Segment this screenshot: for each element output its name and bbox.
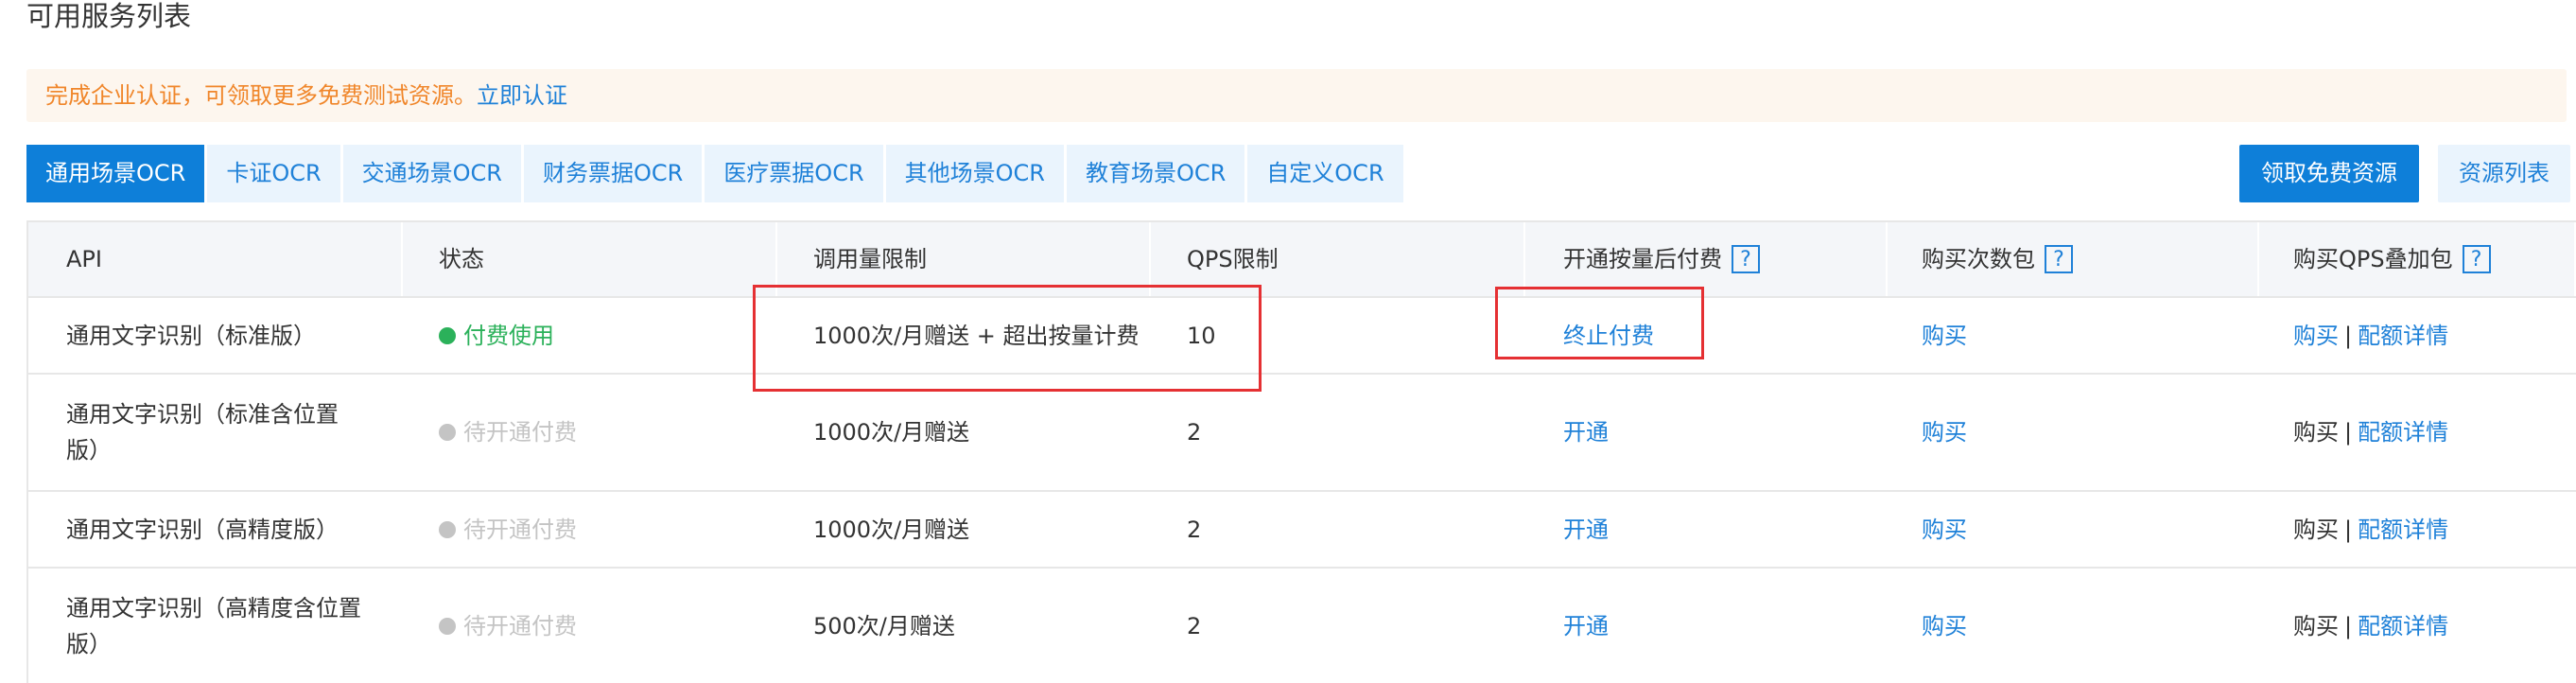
buy-count-link[interactable]: 购买 — [1922, 608, 1967, 644]
header-api: API — [28, 222, 403, 296]
buy-count-link[interactable]: 购买 — [1922, 318, 1967, 354]
buy-qps-cell: 购买 | 配额详情 — [2259, 492, 2576, 567]
status-dot-icon — [439, 520, 456, 538]
payg-cell: 开通 — [1525, 375, 1888, 490]
buy-count-cell: 购买 — [1888, 375, 2259, 490]
status-dot-icon — [439, 617, 456, 635]
tab-finance-ocr[interactable]: 财务票据OCR — [523, 145, 703, 202]
tab-medical-ocr[interactable]: 医疗票据OCR — [705, 145, 883, 202]
qps-limit: 2 — [1187, 612, 1202, 639]
status-badge: 待开通付费 — [403, 492, 777, 567]
buy-qps-cell: 购买 | 配额详情 — [2259, 569, 2576, 683]
quota-details-link[interactable]: 配额详情 — [2358, 512, 2448, 548]
separator: | — [2344, 322, 2353, 349]
header-buy-qps: 购买QPS叠加包? — [2259, 222, 2576, 296]
header-buy-count: 购买次数包? — [1888, 222, 2259, 296]
help-icon[interactable]: ? — [2045, 245, 2073, 273]
buy-qps-cell: 购买 | 配额详情 — [2259, 298, 2576, 373]
status-dot-icon — [439, 326, 456, 344]
call-limit: 1000次/月赠送 + 超出按量计费 — [813, 322, 1140, 349]
page-title: 可用服务列表 — [26, 0, 192, 32]
status-dot-icon — [439, 424, 456, 441]
quota-details-link[interactable]: 配额详情 — [2358, 318, 2448, 354]
table-row: 通用文字识别（标准含位置版） 待开通付费 1000次/月赠送 2 开通 购买 购… — [28, 375, 2576, 492]
tab-traffic-ocr[interactable]: 交通场景OCR — [342, 145, 521, 202]
separator: | — [2344, 612, 2353, 639]
table-header: API 状态 调用量限制 QPS限制 开通按量后付费? 购买次数包? 购买QPS… — [28, 220, 2576, 298]
qps-limit: 2 — [1187, 419, 1202, 446]
category-tabs: 通用场景OCR 卡证OCR 交通场景OCR 财务票据OCR 医疗票据OCR 其他… — [26, 145, 1406, 202]
api-name: 通用文字识别（标准含位置版） — [66, 401, 339, 464]
header-status: 状态 — [403, 222, 777, 296]
table-row: 通用文字识别（高精度含位置版） 待开通付费 500次/月赠送 2 开通 购买 购… — [28, 569, 2576, 683]
payg-cell: 开通 — [1525, 492, 1888, 567]
verify-now-link[interactable]: 立即认证 — [477, 82, 567, 109]
separator: | — [2344, 419, 2353, 446]
buy-qps-text: 购买 — [2293, 612, 2339, 639]
tab-custom-ocr[interactable]: 自定义OCR — [1247, 145, 1403, 202]
buy-count-cell: 购买 — [1888, 569, 2259, 683]
quota-details-link[interactable]: 配额详情 — [2358, 414, 2448, 450]
enable-link[interactable]: 开通 — [1563, 414, 1609, 450]
tab-education-ocr[interactable]: 教育场景OCR — [1066, 145, 1245, 202]
status-badge: 付费使用 — [403, 298, 777, 373]
buy-count-link[interactable]: 购买 — [1922, 512, 1967, 548]
separator: | — [2344, 516, 2353, 543]
status-badge: 待开通付费 — [403, 569, 777, 683]
header-qps-limit: QPS限制 — [1151, 222, 1525, 296]
buy-count-link[interactable]: 购买 — [1922, 414, 1967, 450]
enterprise-notice: 完成企业认证，可领取更多免费测试资源。立即认证 — [26, 69, 2567, 122]
header-payg: 开通按量后付费? — [1525, 222, 1888, 296]
table-row: 通用文字识别（标准版） 付费使用 1000次/月赠送 + 超出按量计费 10 终… — [28, 298, 2576, 375]
enable-link[interactable]: 开通 — [1563, 512, 1609, 548]
payg-cell: 开通 — [1525, 569, 1888, 683]
tab-other-ocr[interactable]: 其他场景OCR — [885, 145, 1064, 202]
quota-details-link[interactable]: 配额详情 — [2358, 608, 2448, 644]
buy-qps-link[interactable]: 购买 — [2293, 318, 2339, 354]
tab-card-ocr[interactable]: 卡证OCR — [207, 145, 340, 202]
service-table: API 状态 调用量限制 QPS限制 开通按量后付费? 购买次数包? 购买QPS… — [26, 220, 2576, 683]
buy-qps-text: 购买 — [2293, 419, 2339, 446]
qps-limit: 2 — [1187, 516, 1202, 543]
api-name: 通用文字识别（高精度含位置版） — [66, 594, 361, 657]
buy-count-cell: 购买 — [1888, 492, 2259, 567]
table-row: 通用文字识别（高精度版） 待开通付费 1000次/月赠送 2 开通 购买 购买 |… — [28, 492, 2576, 569]
buy-qps-cell: 购买 | 配额详情 — [2259, 375, 2576, 490]
resource-list-button[interactable]: 资源列表 — [2438, 145, 2570, 202]
api-name: 通用文字识别（高精度版） — [66, 516, 339, 543]
help-icon[interactable]: ? — [2462, 245, 2491, 273]
free-resources-button[interactable]: 领取免费资源 — [2239, 145, 2419, 202]
call-limit: 1000次/月赠送 — [813, 516, 970, 543]
buy-count-cell: 购买 — [1888, 298, 2259, 373]
qps-limit: 10 — [1187, 322, 1216, 349]
enable-link[interactable]: 开通 — [1563, 608, 1609, 644]
payg-cell: 终止付费 — [1525, 298, 1888, 373]
notice-text: 完成企业认证，可领取更多免费测试资源。 — [45, 82, 477, 109]
status-badge: 待开通付费 — [403, 375, 777, 490]
call-limit: 1000次/月赠送 — [813, 419, 970, 446]
header-call-limit: 调用量限制 — [777, 222, 1151, 296]
help-icon[interactable]: ? — [1732, 245, 1760, 273]
tab-general-ocr[interactable]: 通用场景OCR — [26, 145, 205, 202]
buy-qps-text: 购买 — [2293, 516, 2339, 543]
api-name: 通用文字识别（标准版） — [66, 322, 316, 349]
call-limit: 500次/月赠送 — [813, 612, 955, 639]
stop-payment-link[interactable]: 终止付费 — [1563, 318, 1654, 354]
